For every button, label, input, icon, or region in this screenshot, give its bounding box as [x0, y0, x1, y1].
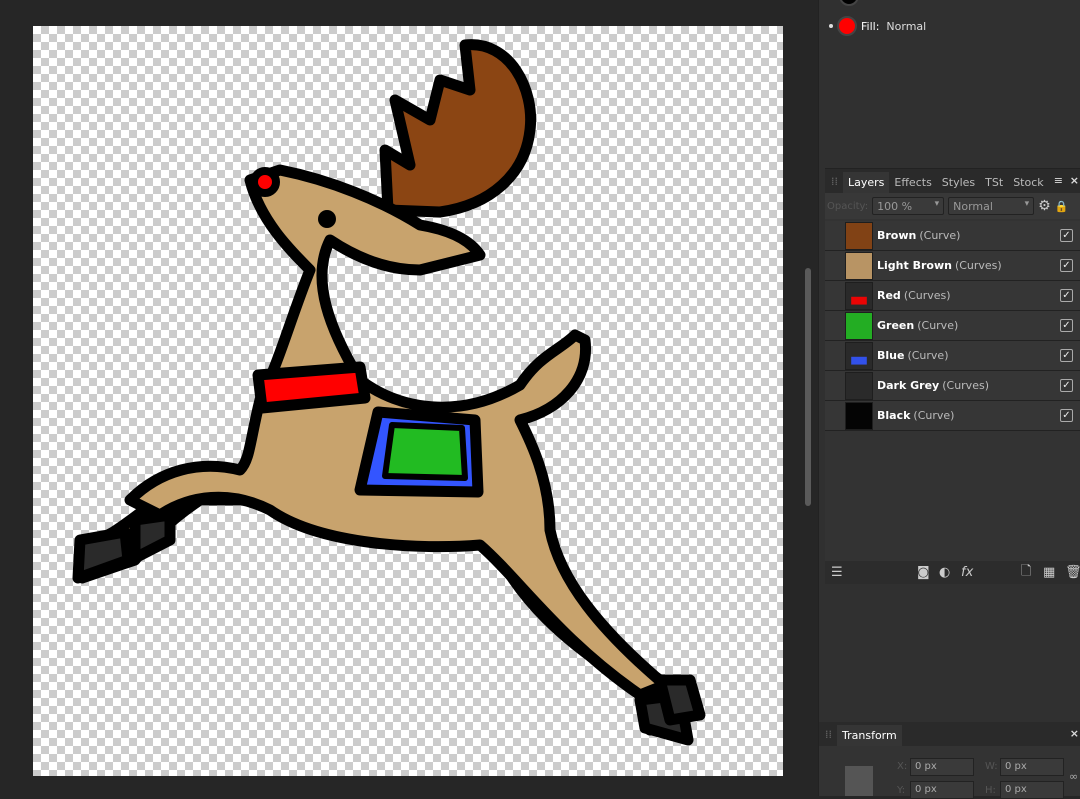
layer-type: (Curve)	[913, 409, 955, 422]
layer-thumbnail	[845, 281, 873, 310]
blend-mode-dropdown[interactable]: Normal	[948, 197, 1035, 215]
layer-type: (Curves)	[942, 379, 989, 392]
antler	[379, 39, 537, 218]
new-layer-icon[interactable]: 🗋	[1021, 562, 1031, 584]
fill-swatch[interactable]	[837, 16, 857, 36]
gear-icon[interactable]: ⚙	[1038, 198, 1051, 214]
eye	[318, 210, 336, 228]
visibility-checkbox[interactable]: ✓	[1060, 259, 1073, 272]
opacity-label: Opacity:	[827, 200, 869, 212]
bullet-icon	[829, 24, 833, 28]
transform-panel: ⁞⁞ Transform × X: 0 px W: 0 px Y: 0 px H…	[819, 722, 1080, 799]
saddle-inner	[382, 422, 468, 481]
h-label: H:	[985, 785, 996, 796]
tab-stock[interactable]: Stock	[1008, 172, 1048, 193]
visibility-checkbox[interactable]: ✓	[1060, 409, 1073, 422]
close-icon[interactable]: ×	[1070, 174, 1079, 187]
visibility-checkbox[interactable]: ✓	[1060, 349, 1073, 362]
trash-icon[interactable]: 🗑	[1065, 565, 1080, 580]
layers-toolbar: ☰ ◙ ◐ fx 🗋 ▦ 🗑	[825, 561, 1080, 584]
layer-name: Blue	[877, 349, 905, 362]
layer-thumbnail	[845, 221, 873, 250]
layer-thumbnail	[845, 401, 873, 430]
layers-panel: ⁞⁞ Layers Effects Styles TSt Stock ≡ × O…	[825, 168, 1080, 584]
layer-list: Brown (Curve) ✓ Light Brown (Curves) ✓ R…	[825, 221, 1080, 431]
layer-row[interactable]: Blue (Curve) ✓	[825, 341, 1080, 371]
y-field[interactable]: 0 px	[910, 781, 974, 799]
layer-type: (Curve)	[919, 229, 961, 242]
layer-type: (Curves)	[954, 259, 1002, 272]
layer-type: (Curve)	[917, 319, 959, 332]
visibility-checkbox[interactable]: ✓	[1060, 379, 1073, 392]
fill-label: Fill:	[861, 19, 880, 33]
x-label: X:	[897, 761, 908, 772]
document-canvas[interactable]	[33, 26, 783, 776]
layers-stack-icon[interactable]: ☰	[831, 565, 843, 580]
visibility-checkbox[interactable]: ✓	[1060, 289, 1073, 302]
layer-thumbnail	[845, 311, 873, 340]
grip-icon[interactable]: ⁞⁞	[825, 728, 832, 741]
hamburger-icon[interactable]: ≡	[1054, 174, 1063, 187]
right-panel: Fill: Normal ⁞⁞ Layers Effects Styles TS…	[818, 0, 1080, 799]
tab-layers[interactable]: Layers	[843, 172, 890, 193]
layer-row[interactable]: Red (Curves) ✓	[825, 281, 1080, 311]
fx-icon[interactable]: fx	[961, 565, 973, 580]
layer-type: (Curve)	[907, 349, 949, 362]
fill-mode: Normal	[886, 19, 927, 33]
close-icon[interactable]: ×	[1070, 727, 1079, 740]
hoof	[129, 509, 176, 564]
visibility-checkbox[interactable]: ✓	[1060, 319, 1073, 332]
x-field[interactable]: 0 px	[910, 758, 974, 776]
anchor-selector[interactable]	[845, 766, 873, 796]
visibility-checkbox[interactable]: ✓	[1060, 229, 1073, 242]
tab-transform[interactable]: Transform	[837, 725, 902, 746]
layer-row[interactable]: Dark Grey (Curves) ✓	[825, 371, 1080, 401]
layer-thumbnail	[845, 371, 873, 400]
opacity-dropdown[interactable]: 100 %	[872, 197, 945, 215]
layer-thumbnail	[845, 341, 873, 370]
layer-name: Brown	[877, 229, 917, 242]
nose	[250, 167, 280, 197]
h-field[interactable]: 0 px	[1000, 781, 1064, 799]
reindeer-artwork	[72, 39, 706, 746]
layer-type: (Curves)	[903, 289, 951, 302]
canvas-area[interactable]	[0, 0, 800, 796]
mask-icon[interactable]: ◙	[917, 565, 930, 580]
layer-row[interactable]: Light Brown (Curves) ✓	[825, 251, 1080, 281]
hoof	[72, 526, 134, 584]
lock-icon[interactable]: 🔒	[1055, 200, 1069, 213]
tab-effects[interactable]: Effects	[889, 172, 936, 193]
layer-row[interactable]: Brown (Curve) ✓	[825, 221, 1080, 251]
w-field[interactable]: 0 px	[1000, 758, 1064, 776]
layer-name: Red	[877, 289, 901, 302]
tab-tst[interactable]: TSt	[980, 172, 1008, 193]
layer-row[interactable]: Black (Curve) ✓	[825, 401, 1080, 431]
layer-name: Light Brown	[877, 259, 952, 272]
hoof	[654, 674, 706, 726]
vertical-scrollbar[interactable]	[805, 268, 811, 506]
grip-icon[interactable]: ⁞⁞	[831, 175, 838, 188]
adjustment-icon[interactable]: ◐	[939, 565, 950, 580]
layer-name: Black	[877, 409, 911, 422]
link-icon[interactable]: ∞	[1069, 770, 1078, 783]
layer-name: Green	[877, 319, 915, 332]
layer-name: Dark Grey	[877, 379, 940, 392]
fill-row[interactable]: Fill: Normal	[829, 16, 926, 36]
layer-thumbnail	[845, 251, 873, 280]
w-label: W:	[985, 761, 998, 772]
tab-styles[interactable]: Styles	[937, 172, 980, 193]
collar	[252, 361, 371, 414]
pixel-layer-icon[interactable]: ▦	[1043, 565, 1055, 580]
stroke-swatch[interactable]	[839, 0, 859, 6]
layer-row[interactable]: Green (Curve) ✓	[825, 311, 1080, 341]
y-label: Y:	[897, 785, 906, 796]
